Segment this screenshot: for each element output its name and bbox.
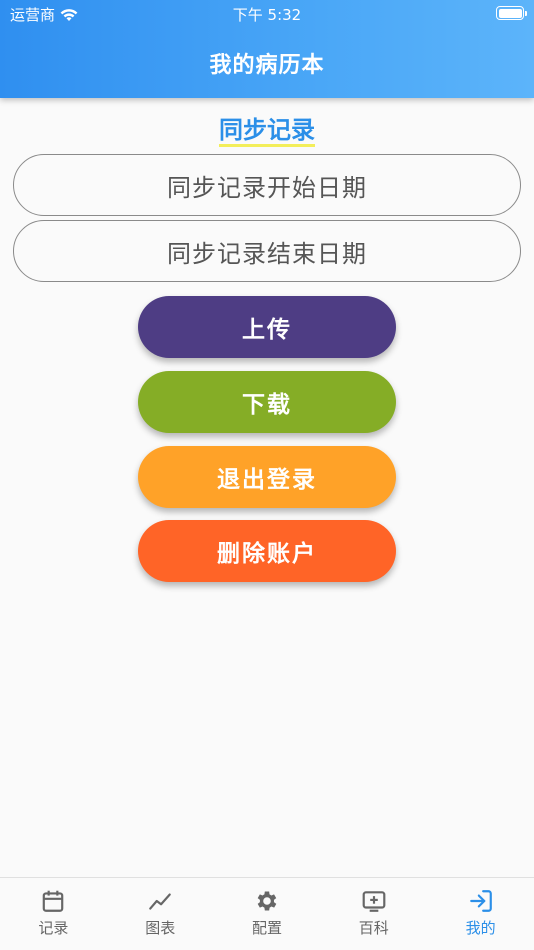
app-bar: 运营商 下午 5:32 我的病历本 (0, 0, 534, 98)
tab-mine-label: 我的 (465, 919, 496, 937)
calendar-icon (43, 890, 64, 912)
chart-line-icon (149, 893, 172, 910)
sync-title-text: 同步记录 (219, 116, 315, 147)
sync-start-date-field[interactable]: 同步记录开始日期 (13, 154, 521, 216)
battery-icon (496, 6, 527, 20)
delete-account-button[interactable]: 删除账户 (138, 520, 396, 582)
tab-encyclopedia-label: 百科 (358, 919, 389, 937)
sync-section-title: 同步记录 (0, 113, 534, 147)
download-button[interactable]: 下载 (138, 371, 396, 433)
sync-end-date-field[interactable]: 同步记录结束日期 (13, 220, 521, 282)
upload-button[interactable]: 上传 (138, 296, 396, 358)
page-title: 我的病历本 (209, 53, 325, 78)
status-bar: 运营商 下午 5:32 (0, 0, 534, 28)
gear-icon (257, 891, 277, 911)
logout-button[interactable]: 退出登录 (138, 446, 396, 508)
tab-encyclopedia[interactable]: 百科 (320, 878, 427, 950)
bottom-tab-bar: 记录 图表 配置 百科 我的 (0, 877, 534, 950)
tab-mine[interactable]: 我的 (427, 878, 534, 950)
tab-charts[interactable]: 图表 (107, 878, 214, 950)
tab-records-label: 记录 (38, 919, 69, 937)
login-icon (469, 890, 492, 912)
tab-charts-label: 图表 (145, 919, 176, 937)
tab-settings-label: 配置 (251, 919, 282, 937)
tab-settings[interactable]: 配置 (214, 878, 321, 950)
status-time: 下午 5:32 (232, 6, 302, 24)
tab-records[interactable]: 记录 (0, 878, 107, 950)
tv-plus-icon (362, 891, 386, 912)
